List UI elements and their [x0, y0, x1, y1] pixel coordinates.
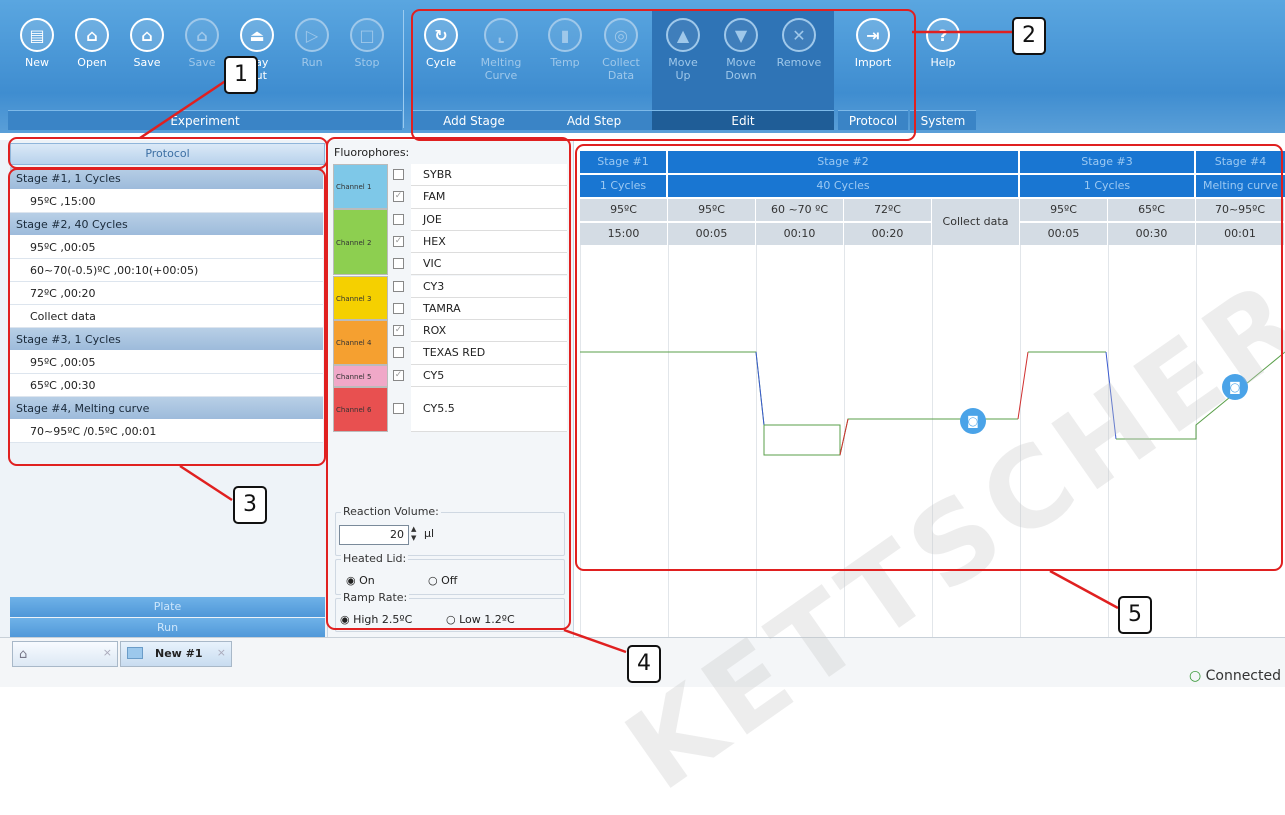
- group-label-experiment: Experiment: [8, 110, 402, 130]
- run-button[interactable]: ▷ Run: [287, 10, 337, 106]
- play-icon: ▷: [295, 18, 329, 52]
- annotation-box-3: [8, 168, 326, 466]
- folder-open-icon: ⌂: [75, 18, 109, 52]
- connection-status: ○ Connected: [1188, 668, 1281, 684]
- button-label: Run: [301, 56, 323, 69]
- button-label: Stop: [354, 56, 380, 69]
- close-icon[interactable]: ×: [103, 646, 112, 659]
- group-label-system: System: [910, 110, 976, 130]
- button-label: Open: [77, 56, 107, 69]
- save-icon: ⌂: [130, 18, 164, 52]
- home-icon: ⌂: [19, 647, 28, 662]
- tab-label: New #1: [155, 647, 203, 660]
- help-icon: ?: [926, 18, 960, 52]
- annotation-box-2: [411, 9, 916, 141]
- button-label: New: [25, 56, 49, 69]
- stop-icon: □: [350, 18, 384, 52]
- ribbon-group-system: ? Help System: [910, 10, 976, 130]
- button-label: Save: [133, 56, 161, 69]
- new-button[interactable]: ▤ New: [12, 10, 62, 106]
- callout-5: 5: [1118, 596, 1152, 634]
- save-button[interactable]: ⌂ Save: [122, 10, 172, 106]
- tab-new-1[interactable]: New #1 ×: [120, 641, 232, 667]
- callout-3: 3: [233, 486, 267, 524]
- help-button[interactable]: ? Help: [918, 10, 968, 106]
- run-button[interactable]: Run: [10, 618, 325, 638]
- document-icon: [127, 647, 143, 659]
- plate-button[interactable]: Plate: [10, 597, 325, 617]
- ribbon-group-experiment: ▤New⌂Open⌂Save⌂Save⏏Tray Out▷Run□Stop Ex…: [8, 10, 402, 130]
- tab-home[interactable]: ⌂ ×: [12, 641, 118, 667]
- close-icon[interactable]: ×: [217, 646, 226, 659]
- annotation-box-1: [8, 137, 328, 169]
- annotation-box-4: [326, 137, 571, 630]
- button-label: Help: [930, 56, 956, 69]
- stop-button[interactable]: □ Stop: [342, 10, 392, 106]
- open-button[interactable]: ⌂ Open: [67, 10, 117, 106]
- eject-icon: ⏏: [240, 18, 274, 52]
- callout-1: 1: [224, 56, 258, 94]
- status-circle-icon: ○: [1188, 668, 1202, 684]
- button-label: Save: [188, 56, 216, 69]
- annotation-box-5: [575, 144, 1283, 571]
- callout-2: 2: [1012, 17, 1046, 55]
- callout-4: 4: [627, 645, 661, 683]
- save-button[interactable]: ⌂ Save: [177, 10, 227, 106]
- save-as-icon: ⌂: [185, 18, 219, 52]
- document-icon: ▤: [20, 18, 54, 52]
